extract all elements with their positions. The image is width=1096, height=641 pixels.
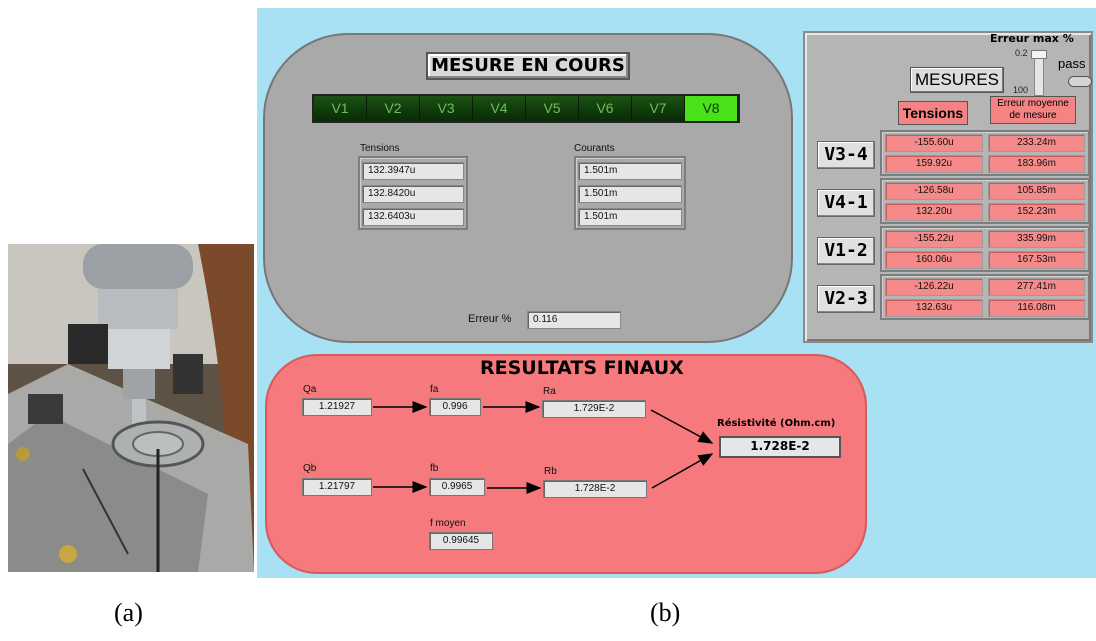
caption-b: (b) — [650, 598, 681, 627]
flow-arrows — [373, 401, 714, 494]
caption-a: (a) — [114, 598, 143, 627]
